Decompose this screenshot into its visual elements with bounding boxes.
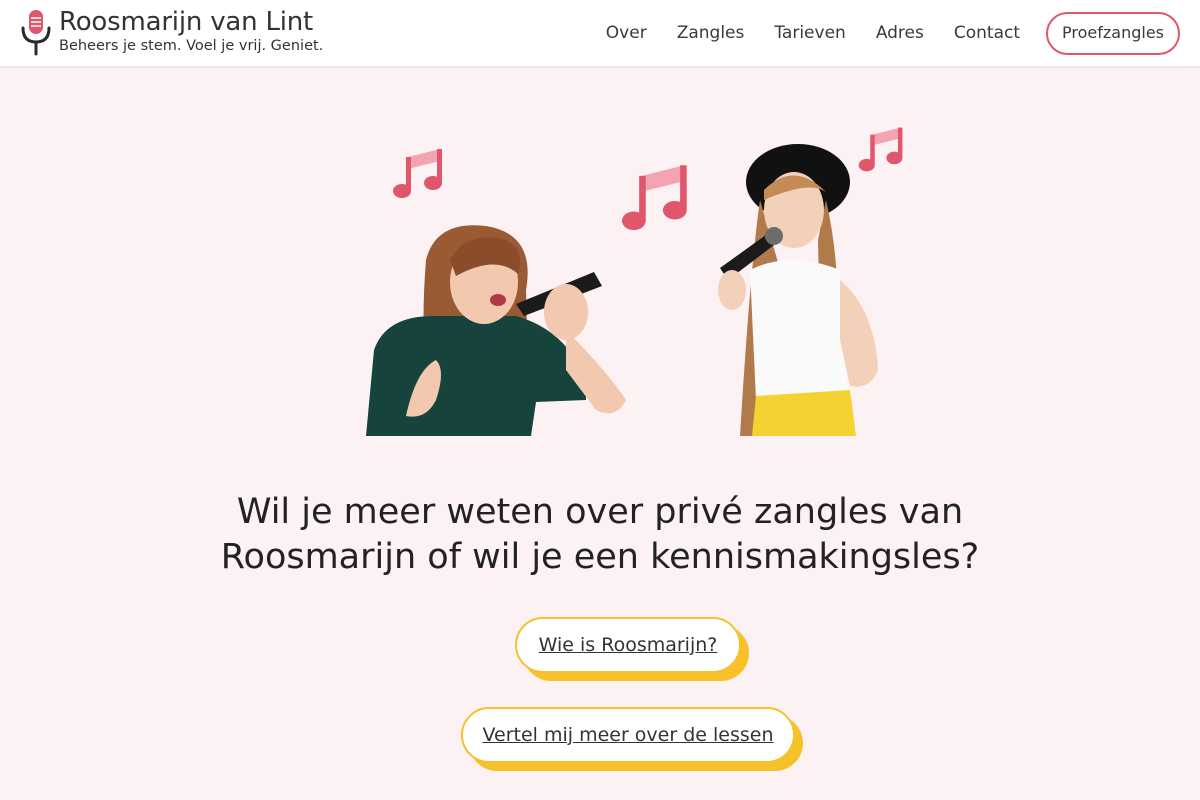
logo-link[interactable]: Roosmarijn van Lint Beheers je stem. Voe… <box>20 8 323 56</box>
hero-headline-line1: Wil je meer weten over privé zangles van <box>236 492 964 532</box>
brand-tagline: Beheers je stem. Voel je vrij. Geniet. <box>59 38 324 54</box>
brand-name: Roosmarijn van Lint <box>59 7 314 37</box>
nav-item-adres[interactable]: Adres <box>876 11 924 55</box>
brand: Roosmarijn van Lint Beheers je stem. Voe… <box>59 8 323 55</box>
nav-item-zangles[interactable]: Zangles <box>677 11 745 55</box>
nav-item-over[interactable]: Over <box>606 11 647 55</box>
hero-headline: Wil je meer weten over privé zangles van… <box>150 490 1050 580</box>
site-header: Roosmarijn van Lint Beheers je stem. Voe… <box>0 0 1200 66</box>
music-note-icon <box>393 149 442 198</box>
nav-item-tarieven[interactable]: Tarieven <box>774 11 845 55</box>
hero-headline-line2: Roosmarijn of wil je een kennismakingsle… <box>220 537 980 577</box>
hero-illustration <box>360 120 903 436</box>
proefzangles-button[interactable]: Proefzangles <box>1046 11 1180 55</box>
nav-item-contact[interactable]: Contact <box>954 11 1020 55</box>
singer-woman-image <box>718 144 878 436</box>
wie-is-roosmarijn-button[interactable]: Wie is Roosmarijn? <box>515 617 741 673</box>
main-nav: Over Zangles Tarieven Adres Contact Proe… <box>576 11 1180 55</box>
singer-girl-image <box>366 225 626 436</box>
microphone-icon <box>21 10 51 56</box>
vertel-meer-lessen-button[interactable]: Vertel mij meer over de lessen <box>461 707 795 763</box>
